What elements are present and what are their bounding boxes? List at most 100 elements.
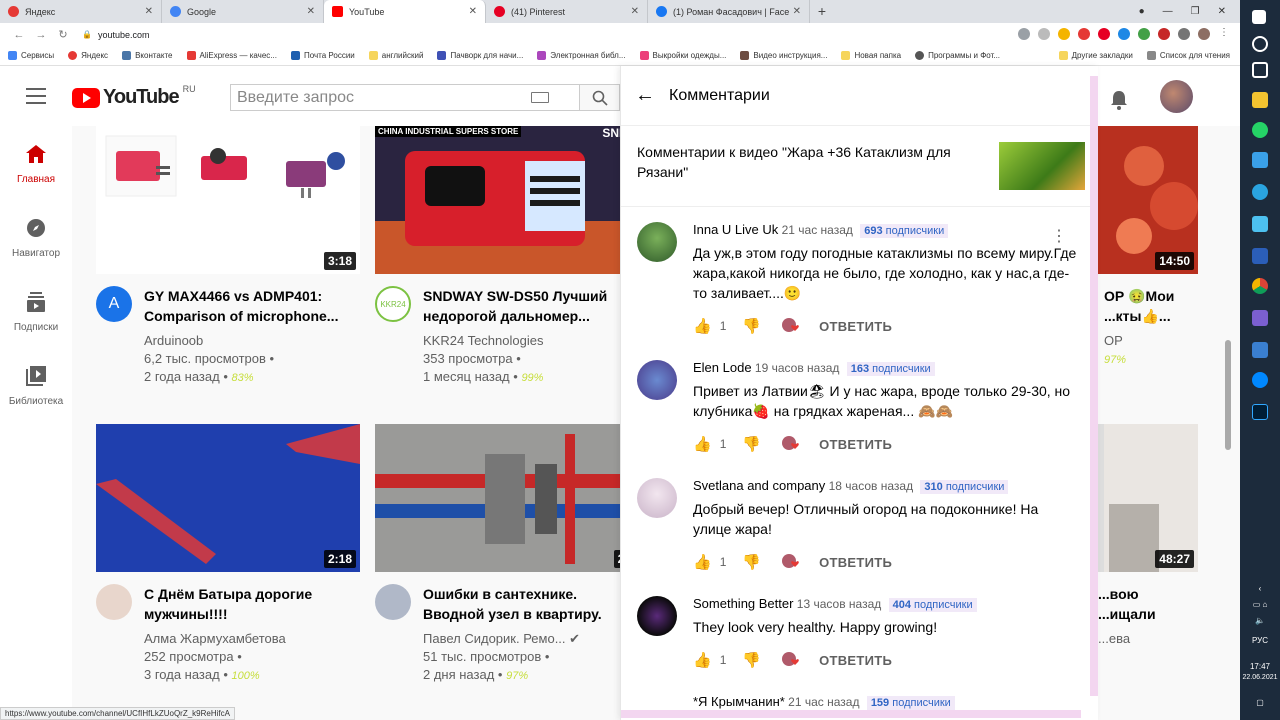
search-input[interactable]: Введите запрос [230,84,580,111]
clock-date[interactable]: 22.06.2021 [1240,674,1280,681]
comments-scrollbar[interactable] [1090,76,1098,696]
channel-name[interactable]: ...ева [1098,630,1198,648]
comment-time[interactable]: 19 часов назад [755,361,839,375]
thumbs-up-icon[interactable]: 👍 [693,651,712,669]
url-field[interactable]: 🔒 youtube.com [82,30,150,40]
maximize-icon[interactable]: ❐ [1191,6,1200,17]
close-icon[interactable]: ✕ [631,6,639,17]
telegram-icon[interactable] [1252,184,1268,200]
nav-item-explore[interactable]: Навигатор [0,200,72,274]
close-icon[interactable]: ✕ [469,6,477,17]
hamburger-menu-icon[interactable] [26,88,46,104]
minimize-icon[interactable]: — [1163,6,1173,17]
comments-video-title[interactable]: Комментарии к видео "Жара +36 Катаклизм … [637,142,993,182]
bookmark[interactable]: Сервисы [8,51,54,60]
user-avatar[interactable] [1160,80,1193,113]
install-icon[interactable] [1018,28,1030,40]
channel-avatar[interactable] [96,584,132,620]
comment-author[interactable]: Something Better [693,596,793,611]
profile-avatar-icon[interactable] [1198,28,1210,40]
search-icon[interactable] [1252,36,1268,52]
video-title[interactable]: GY MAX4466 vs ADMP401: Comparison of mic… [144,286,360,326]
app-icon[interactable] [1252,216,1268,232]
page-scrollbar[interactable] [1225,340,1231,450]
thumbs-down-icon[interactable]: 👎 [742,651,761,669]
comment-time[interactable]: 13 часов назад [797,597,881,611]
comment-time[interactable]: 18 часов назад [829,479,913,493]
thumbs-up-icon[interactable]: 👍 [693,553,712,571]
whatsapp-icon[interactable] [1252,122,1268,138]
video-thumbnail[interactable]: CHINA INDUSTRIAL SUPERS STORE SNDW 7: [375,126,639,274]
puzzle-icon[interactable] [1178,28,1190,40]
reply-button[interactable]: ОТВЕТИТЬ [819,437,892,452]
comment-author[interactable]: Inna U Live Uk [693,222,778,237]
video-card[interactable]: 2:18 С Днём Батыра дорогие мужчины!!!! А… [96,424,360,685]
video-title[interactable]: Ошибки в сантехнике. Вводной узел в квар… [423,584,639,624]
download-icon[interactable] [1252,342,1268,358]
star-icon[interactable] [1058,28,1070,40]
video-title[interactable]: С Днём Батыра дорогие мужчины!!!! [144,584,360,624]
comment-avatar[interactable] [637,596,677,636]
zoom-icon[interactable] [1038,28,1050,40]
chrome-icon[interactable] [1252,278,1268,294]
bookmark-other[interactable]: Другие закладки [1058,51,1133,60]
thumbs-down-icon[interactable]: 👎 [742,435,761,453]
channel-avatar[interactable]: A [96,286,132,322]
bookmark[interactable]: Почта России [290,51,355,60]
bookmark[interactable]: Видео инструкция... [740,51,827,60]
comment-avatar[interactable] [637,360,677,400]
video-card[interactable]: CHINA INDUSTRIAL SUPERS STORE SNDW 7: KK… [375,126,639,387]
nav-item-library[interactable]: Библиотека [0,348,72,422]
more-options-icon[interactable]: ⋮ [1051,229,1067,245]
windows-start-icon[interactable] [1252,10,1266,24]
close-icon[interactable]: ✕ [793,6,801,17]
keyboard-icon[interactable] [531,92,549,103]
language-indicator[interactable]: РУС [1240,636,1280,645]
comment-avatar[interactable] [637,478,677,518]
app-icon[interactable] [1252,152,1268,168]
nav-item-subscriptions[interactable]: Подписки [0,274,72,348]
bookmark[interactable]: Вконтакте [122,51,173,60]
nav-item-home[interactable]: Главная [0,126,72,200]
youtube-logo[interactable]: YouTube RU [72,84,196,109]
close-icon[interactable]: ✕ [145,6,153,17]
reading-list[interactable]: Список для чтения [1146,51,1230,60]
new-tab-button[interactable]: + [810,0,834,23]
thumbs-down-icon[interactable]: 👎 [742,553,761,571]
bookmark[interactable]: Электронная библ... [537,51,626,60]
thumbs-up-icon[interactable]: 👍 [693,317,712,335]
video-card[interactable]: 3:18 A GY MAX4466 vs ADMP401: Comparison… [96,126,360,387]
channel-avatar[interactable] [375,584,411,620]
volume-icon[interactable]: 🔈 [1240,616,1280,625]
comments-horizontal-scrollbar[interactable] [621,710,1081,718]
video-thumbnail[interactable]: 2:18 [96,424,360,572]
video-title[interactable]: ...вою ...ищали [1098,584,1198,624]
back-icon[interactable]: ← [8,29,30,41]
reply-button[interactable]: ОТВЕТИТЬ [819,319,892,334]
tray-icons[interactable]: ▭ ⌂ [1240,600,1280,609]
channel-name[interactable]: ОР [1104,332,1198,350]
browser-tab[interactable]: (1) Роман Фасадович | Facebook ✕ [648,0,810,23]
iq-ext-icon[interactable] [1118,28,1130,40]
video-thumbnail[interactable]: 3:18 [96,126,360,274]
channel-avatar[interactable]: KKR24 [375,286,411,322]
bookmark[interactable]: английский [368,51,423,60]
channel-name[interactable]: KKR24 Technologies [423,332,639,350]
channel-name[interactable]: Павел Сидорик. Ремо... ✔ [423,630,639,648]
chevron-up-icon[interactable]: ‹ [1240,584,1280,593]
comment-author[interactable]: Svetlana and company [693,478,825,493]
comment-author[interactable]: *Я Крымчанин* [693,694,785,709]
word-icon[interactable] [1252,248,1268,264]
channel-name[interactable]: Алма Жармухамбетова [144,630,360,648]
extension-icon[interactable] [1078,28,1090,40]
menu-icon[interactable]: ⋮ [1218,28,1230,40]
reply-button[interactable]: ОТВЕТИТЬ [819,653,892,668]
comment-time[interactable]: 21 час назад [788,695,859,709]
bookmark[interactable]: AliExpress — качес... [186,51,277,60]
forward-icon[interactable]: → [30,29,52,41]
thumbs-up-icon[interactable]: 👍 [693,435,712,453]
bookmark[interactable]: Пачворк для начи... [437,51,523,60]
reload-icon[interactable]: ↻ [52,28,74,41]
back-arrow-icon[interactable]: ← [635,84,655,107]
browser-tab[interactable]: Яндекс ✕ [0,0,162,23]
